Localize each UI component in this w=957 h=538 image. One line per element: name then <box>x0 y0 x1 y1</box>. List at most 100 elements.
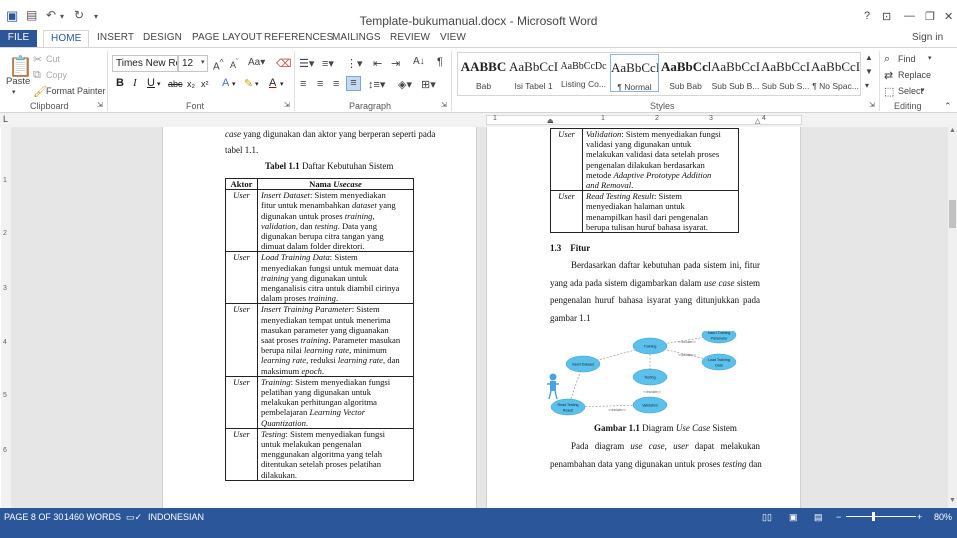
scrollbar-thumb[interactable] <box>949 200 956 228</box>
shrink-font-icon[interactable]: Aˇ <box>230 57 239 70</box>
styles-scroll-down-icon[interactable]: ▼ <box>865 67 873 76</box>
sort-icon[interactable]: A↓ <box>413 56 425 67</box>
zoom-level[interactable]: 80% <box>934 512 952 522</box>
restore-icon[interactable]: ❐ <box>925 10 935 23</box>
vertical-scrollbar[interactable]: ▲ ▼ <box>948 127 957 508</box>
show-formatting-icon[interactable]: ¶ <box>437 56 443 68</box>
subscript-icon[interactable]: x₂ <box>187 79 195 89</box>
change-case-icon[interactable]: Aa▾ <box>248 57 265 68</box>
tab-view[interactable]: VIEW <box>440 32 466 43</box>
borders-icon[interactable]: ⊞▾ <box>421 78 436 91</box>
font-size-dropdown-icon[interactable]: ▾ <box>201 58 205 66</box>
font-color-icon[interactable]: A <box>269 77 276 89</box>
paragraph-launcher-icon[interactable]: ⇲ <box>441 101 447 109</box>
language-indicator[interactable]: INDONESIAN <box>148 512 204 522</box>
styles-launcher-icon[interactable]: ⇲ <box>869 101 875 109</box>
cut-button[interactable]: Cut <box>46 54 60 64</box>
tab-references[interactable]: REFERENCES <box>264 32 333 43</box>
zoom-slider[interactable] <box>846 516 916 517</box>
copy-icon[interactable]: ⧉ <box>33 69 41 82</box>
replace-button[interactable]: Replace <box>898 70 931 80</box>
shading-icon[interactable]: ◈▾ <box>398 78 412 91</box>
vertical-ruler[interactable]: 1 2 3 4 5 6 <box>1 127 11 508</box>
style-normal[interactable]: AaBbCcI ¶ Normal <box>610 54 659 92</box>
web-layout-icon[interactable]: ▤ <box>814 512 823 523</box>
bold-icon[interactable]: B <box>116 77 124 89</box>
style-sub-sub-sub[interactable]: AaBbCcI Sub Sub S... <box>761 54 810 92</box>
select-icon[interactable]: ⬚ <box>884 85 894 98</box>
tab-page-layout[interactable]: PAGE LAYOUT <box>192 32 262 43</box>
page-left[interactable]: case yang digunakan dan aktor yang berpe… <box>162 127 477 508</box>
numbering-icon[interactable]: ≡▾ <box>322 57 334 70</box>
highlight-dropdown-icon[interactable]: ▾ <box>255 80 259 88</box>
multilevel-list-icon[interactable]: ⋮▾ <box>346 57 363 70</box>
tab-mailings[interactable]: MAILINGS <box>332 32 381 43</box>
tab-home[interactable]: HOME <box>43 30 90 47</box>
grow-font-icon[interactable]: A^ <box>213 57 224 72</box>
style-listing-code[interactable]: AaBbCcDc Listing Co... <box>559 54 608 92</box>
italic-icon[interactable]: I <box>133 77 137 89</box>
copy-button[interactable]: Copy <box>46 70 67 80</box>
format-painter-button[interactable]: Format Painter <box>46 86 106 96</box>
page-right[interactable]: User Validation: Sistem menyediakan fungs… <box>486 127 801 508</box>
clipboard-launcher-icon[interactable]: ⇲ <box>97 101 103 109</box>
style-sub-sub-bab[interactable]: AaBbCcI Sub Sub B... <box>711 54 760 92</box>
text-effects-dropdown-icon[interactable]: ▾ <box>232 80 236 88</box>
scroll-down-icon[interactable]: ▼ <box>949 497 956 504</box>
find-icon[interactable]: ⌕ <box>884 53 890 66</box>
style-isi-tabel-1[interactable]: AaBbCcI Isi Tabel 1 <box>509 54 558 92</box>
help-button[interactable]: ? <box>864 10 870 22</box>
highlight-icon[interactable]: ✎ <box>244 77 253 90</box>
tab-file[interactable]: FILE <box>0 30 37 47</box>
style-sub-bab[interactable]: AaBbCcl Sub Bab <box>661 54 710 92</box>
print-layout-icon[interactable]: ▣ <box>789 512 798 523</box>
align-center-icon[interactable]: ≡ <box>317 78 323 90</box>
superscript-icon[interactable]: x² <box>201 79 209 89</box>
line-spacing-icon[interactable]: ↕≡▾ <box>368 78 385 91</box>
document-area[interactable]: case yang digunakan dan aktor yang berpe… <box>11 127 948 508</box>
bullets-icon[interactable]: ☰▾ <box>299 57 314 70</box>
justify-icon[interactable]: ≡ <box>346 76 361 91</box>
tab-selector-icon[interactable]: L <box>3 114 8 124</box>
align-left-icon[interactable]: ≡ <box>300 78 306 90</box>
select-dropdown-icon[interactable]: ▾ <box>921 86 925 94</box>
paste-button[interactable]: Paste <box>6 76 30 87</box>
find-dropdown-icon[interactable]: ▾ <box>928 54 932 62</box>
zoom-in-icon[interactable]: + <box>917 512 922 522</box>
font-color-dropdown-icon[interactable]: ▾ <box>280 80 284 88</box>
sign-in-link[interactable]: Sign in <box>912 32 943 43</box>
strikethrough-icon[interactable]: abc <box>168 79 183 89</box>
clear-formatting-icon[interactable]: ⌫ <box>276 57 292 70</box>
zoom-slider-thumb[interactable] <box>872 512 875 521</box>
align-right-icon[interactable]: ≡ <box>333 78 339 90</box>
scroll-up-icon[interactable]: ▲ <box>949 127 956 134</box>
text-effects-icon[interactable]: A <box>222 77 229 89</box>
underline-dropdown-icon[interactable]: ▾ <box>157 80 161 88</box>
replace-icon[interactable]: ⇄ <box>884 69 893 82</box>
indent-marker-icon[interactable]: ⏏ <box>547 117 554 125</box>
ribbon-display-icon[interactable]: ⊡ <box>882 10 891 23</box>
style-no-spacing[interactable]: AaBbCcI ¶ No Spac... <box>811 54 860 92</box>
decrease-indent-icon[interactable]: ⇤ <box>373 57 382 70</box>
format-painter-icon[interactable]: 🖌 <box>33 85 47 98</box>
horizontal-ruler[interactable]: 1 1 2 3 4 ⏏ △ <box>486 115 802 125</box>
minimize-icon[interactable]: — <box>904 10 915 22</box>
zoom-out-icon[interactable]: − <box>836 512 841 522</box>
underline-icon[interactable]: U <box>147 77 155 89</box>
increase-indent-icon[interactable]: ⇥ <box>391 57 400 70</box>
close-icon[interactable]: ✕ <box>944 10 953 23</box>
font-name-select[interactable]: Times New Ro <box>112 55 178 72</box>
tab-insert[interactable]: INSERT <box>97 32 134 43</box>
font-launcher-icon[interactable]: ⇲ <box>284 101 290 109</box>
styles-scroll-up-icon[interactable]: ▲ <box>865 53 873 62</box>
styles-more-icon[interactable]: ▾ <box>865 81 869 90</box>
page-count[interactable]: PAGE 8 OF 30 <box>4 512 63 522</box>
paste-dropdown-icon[interactable]: ▾ <box>12 88 16 96</box>
read-mode-icon[interactable]: ▯▯ <box>762 512 772 523</box>
select-button[interactable]: Select <box>898 86 923 96</box>
right-indent-icon[interactable]: △ <box>755 117 760 125</box>
cut-icon[interactable]: ✂ <box>33 53 42 66</box>
word-count[interactable]: 1460 WORDS <box>64 512 121 522</box>
tab-design[interactable]: DESIGN <box>143 32 182 43</box>
tab-review[interactable]: REVIEW <box>390 32 430 43</box>
